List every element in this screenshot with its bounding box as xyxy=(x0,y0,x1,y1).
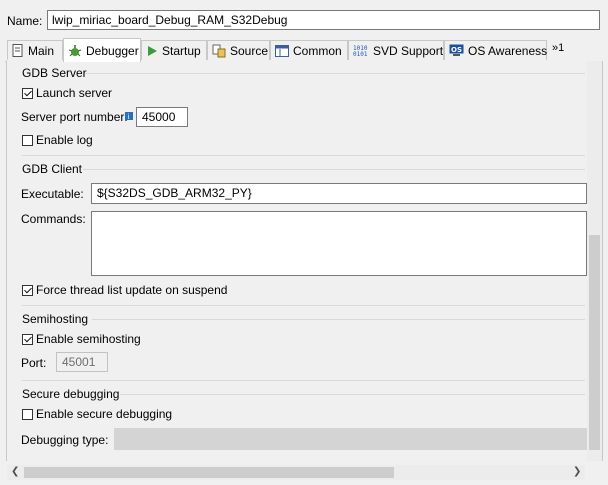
tab-source-label: Source xyxy=(230,43,269,58)
executable-input[interactable]: ${S32DS_GDB_ARM32_PY} xyxy=(91,183,587,204)
enable-secure-check[interactable] xyxy=(22,408,33,420)
startup-icon xyxy=(148,45,157,56)
enable-semihosting-check[interactable] xyxy=(22,333,33,345)
scroll-right-icon[interactable]: ❯ xyxy=(573,466,581,477)
tab-main-label: Main xyxy=(28,43,55,58)
main-icon xyxy=(12,44,23,57)
debugging-type-label: Debugging type: xyxy=(21,433,109,447)
semihosting-separator xyxy=(92,319,585,320)
semihosting-title: Semihosting xyxy=(22,312,89,326)
section-divider xyxy=(22,305,585,306)
tab-startup[interactable]: Startup xyxy=(141,40,207,60)
tab-common-label: Common xyxy=(293,43,342,58)
tab-source[interactable]: Source xyxy=(207,40,270,60)
enable-semihosting-checkbox[interactable]: Enable semihosting xyxy=(22,332,141,346)
vertical-scroll-thumb[interactable] xyxy=(589,235,600,450)
tab-bar: Main Debugger Startup Source Common 1010… xyxy=(5,38,603,62)
launch-server-check[interactable] xyxy=(22,87,33,99)
tab-overflow-button[interactable]: »1 xyxy=(552,42,564,54)
source-icon xyxy=(212,44,226,57)
tab-main[interactable]: Main xyxy=(7,40,63,60)
tab-startup-label: Startup xyxy=(162,43,201,58)
commands-textarea[interactable] xyxy=(91,211,587,276)
section-divider xyxy=(22,380,585,381)
tab-os-awareness[interactable]: OS OS Awareness xyxy=(444,40,547,60)
semihosting-port-label: Port: xyxy=(21,356,47,370)
launch-server-label: Launch server xyxy=(36,86,113,100)
scroll-left-icon[interactable]: ❮ xyxy=(11,466,19,477)
enable-semihosting-label: Enable semihosting xyxy=(36,332,141,346)
svd-icon: 10100101 xyxy=(353,45,368,57)
enable-log-checkbox[interactable]: Enable log xyxy=(22,133,93,147)
server-port-input[interactable]: 45000 xyxy=(136,107,188,127)
svg-text:0101: 0101 xyxy=(353,51,368,57)
force-thread-check[interactable] xyxy=(22,284,33,296)
common-icon xyxy=(275,44,289,57)
enable-log-label: Enable log xyxy=(36,133,93,147)
gdb-client-separator xyxy=(83,169,585,170)
secure-debugging-separator xyxy=(120,394,585,395)
configuration-name-input[interactable]: lwip_miriac_board_Debug_RAM_S32Debug xyxy=(47,10,600,30)
info-icon: i xyxy=(125,112,133,120)
gdb-client-title: GDB Client xyxy=(22,162,83,176)
tab-debugger-label: Debugger xyxy=(86,43,139,58)
enable-log-check[interactable] xyxy=(22,134,33,146)
executable-label: Executable: xyxy=(21,187,84,201)
section-divider xyxy=(22,155,585,156)
semihosting-port-input[interactable]: 45001 xyxy=(56,352,108,372)
gdb-server-title: GDB Server xyxy=(22,66,87,80)
enable-secure-label: Enable secure debugging xyxy=(36,407,173,421)
svg-text:OS: OS xyxy=(451,46,462,54)
tab-svd-support[interactable]: 1010 0101 SVD Support xyxy=(348,40,444,60)
force-thread-checkbox[interactable]: Force thread list update on suspend xyxy=(22,283,227,297)
commands-label: Commands: xyxy=(21,212,86,226)
tab-os-awareness-label: OS Awareness xyxy=(468,43,548,58)
horizontal-scroll-thumb[interactable] xyxy=(24,467,394,478)
launch-server-checkbox[interactable]: Launch server xyxy=(22,86,112,100)
server-port-label: Server port number: xyxy=(21,110,128,124)
tab-debugger[interactable]: Debugger xyxy=(63,38,141,62)
tab-svd-support-label: SVD Support xyxy=(373,43,444,58)
svg-text:i: i xyxy=(128,113,130,120)
os-icon: OS xyxy=(449,44,464,56)
tab-common[interactable]: Common xyxy=(270,40,348,60)
secure-debugging-title: Secure debugging xyxy=(22,387,120,401)
debugger-icon xyxy=(68,44,82,56)
name-label: Name: xyxy=(7,14,43,28)
gdb-server-separator xyxy=(85,73,585,74)
debugging-type-select[interactable] xyxy=(114,428,587,450)
force-thread-label: Force thread list update on suspend xyxy=(36,283,228,297)
enable-secure-checkbox[interactable]: Enable secure debugging xyxy=(22,407,172,421)
